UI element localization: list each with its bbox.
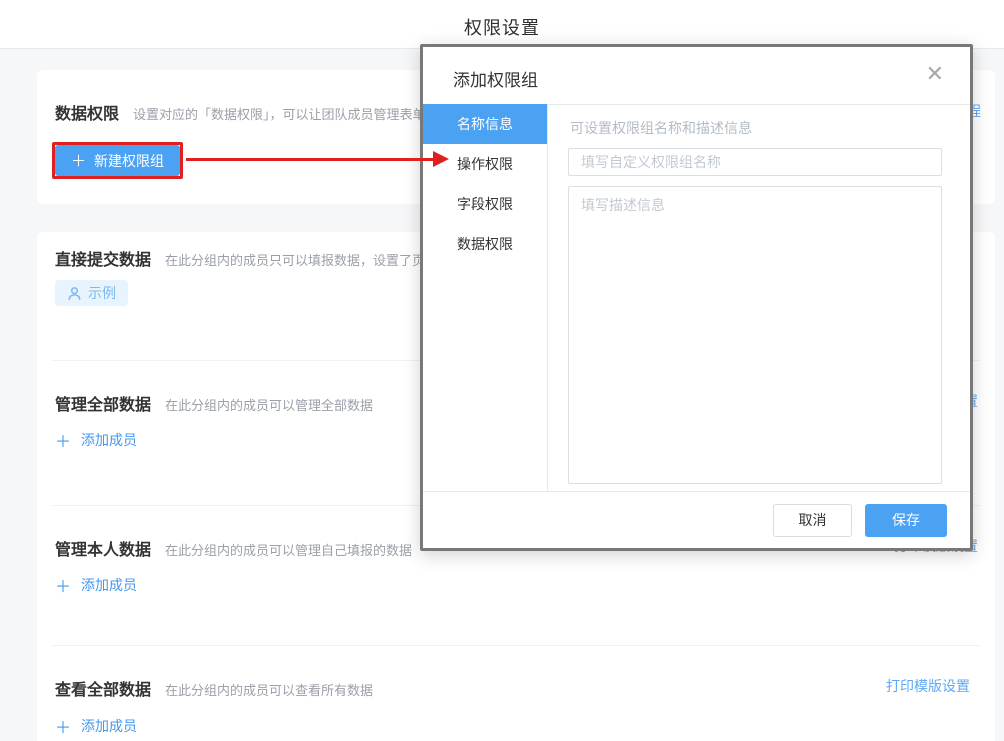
plus-icon: ＋ xyxy=(55,428,71,452)
group-description: 在此分组内的成员可以管理全部数据 xyxy=(165,398,373,413)
page-title: 权限设置 xyxy=(0,14,1004,40)
group-description: 在此分组内的成员可以管理自己填报的数据 xyxy=(165,543,412,558)
add-member-label: 添加成员 xyxy=(81,716,137,736)
plus-icon: ＋ xyxy=(71,150,86,171)
add-member-label: 添加成员 xyxy=(81,575,137,595)
annotation-arrow-head xyxy=(433,151,449,167)
tab-data-permission[interactable]: 数据权限 xyxy=(423,224,547,264)
group-title: 查看全部数据 xyxy=(55,682,151,699)
example-member-chip[interactable]: 示例 xyxy=(55,280,128,306)
permission-settings-page: 权限设置 数据权限设置对应的「数据权限」，可以让团队成员管理表单搜 使用教程 ＋… xyxy=(0,0,1004,741)
add-permission-group-modal: 添加权限组 ✕ 名称信息 操作权限 字段权限 数据权限 可设置权限组名称和描述信… xyxy=(420,44,973,551)
modal-hint-text: 可设置权限组名称和描述信息 xyxy=(570,118,942,138)
cancel-button[interactable]: 取消 xyxy=(773,504,852,537)
group-name-input[interactable] xyxy=(568,148,942,176)
plus-icon: ＋ xyxy=(55,573,71,597)
print-template-link[interactable]: 打印模版设置 xyxy=(886,676,970,696)
modal-footer: 取消 保存 xyxy=(423,491,970,548)
group-description-textarea[interactable] xyxy=(568,186,942,484)
group-title: 管理全部数据 xyxy=(55,397,151,414)
card-title: 数据权限 xyxy=(55,106,119,123)
annotation-highlight-box: ＋ 新建权限组 xyxy=(52,142,183,179)
add-member-link[interactable]: ＋ 添加成员 xyxy=(55,573,137,597)
section-divider xyxy=(52,645,980,646)
add-member-label: 添加成员 xyxy=(81,430,137,450)
new-permission-group-label: 新建权限组 xyxy=(94,151,164,171)
close-icon[interactable]: ✕ xyxy=(926,63,944,85)
modal-title: 添加权限组 xyxy=(453,66,538,91)
top-bar: 权限设置 xyxy=(0,0,1004,49)
tab-name-info[interactable]: 名称信息 xyxy=(423,104,547,144)
annotation-arrow-line xyxy=(186,158,433,161)
group-description: 在此分组内的成员可以查看所有数据 xyxy=(165,683,373,698)
card-description: 设置对应的「数据权限」，可以让团队成员管理表单搜 xyxy=(133,107,439,122)
group-title: 管理本人数据 xyxy=(55,542,151,559)
modal-body: 可设置权限组名称和描述信息 xyxy=(548,104,970,491)
modal-header: 添加权限组 ✕ xyxy=(423,47,970,105)
tab-field-permission[interactable]: 字段权限 xyxy=(423,184,547,224)
person-icon xyxy=(67,286,82,301)
add-member-link[interactable]: ＋ 添加成员 xyxy=(55,428,137,452)
example-member-label: 示例 xyxy=(88,283,116,303)
group-description: 在此分组内的成员只可以填报数据，设置了页面 xyxy=(165,253,438,268)
group-title: 直接提交数据 xyxy=(55,252,151,269)
new-permission-group-button[interactable]: ＋ 新建权限组 xyxy=(55,145,180,176)
add-member-link[interactable]: ＋ 添加成员 xyxy=(55,714,137,738)
save-button[interactable]: 保存 xyxy=(865,504,947,537)
plus-icon: ＋ xyxy=(55,714,71,738)
